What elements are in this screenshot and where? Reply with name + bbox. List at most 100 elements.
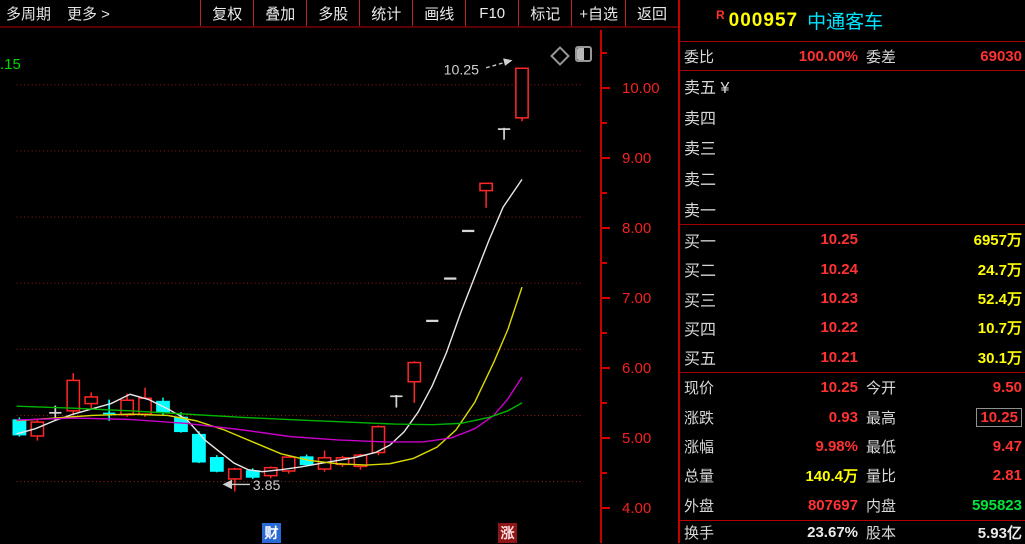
- info-row: 涨幅9.98%最低 9.47: [680, 432, 1025, 461]
- sell-level-row: 卖四: [680, 102, 1025, 133]
- candle-body: [480, 183, 492, 190]
- info-label: 现价: [680, 377, 740, 398]
- info-label: 最高: [858, 407, 930, 428]
- toolbar-button-3[interactable]: 统计: [359, 0, 412, 26]
- toolbar-left-group: 多周期更多 >: [0, 3, 110, 24]
- info-value: 140.4万: [740, 465, 858, 486]
- axis-tick-major: [602, 87, 610, 89]
- half-fill: [577, 48, 584, 60]
- toolbar-button-5[interactable]: F10: [465, 0, 518, 26]
- sell-level-row: 卖三: [680, 132, 1025, 163]
- info-label: 涨跌: [680, 407, 740, 428]
- sell-levels: 卖五 ¥卖四卖三卖二卖一: [680, 71, 1025, 225]
- info-label: 总量: [680, 465, 740, 486]
- turnover-value: 23.67%: [740, 524, 858, 541]
- axis-tick-label: 5.00: [622, 430, 676, 447]
- info-value: 10.25: [976, 408, 1022, 427]
- sell-level-label: 卖三: [680, 135, 740, 159]
- axis-tick-major: [602, 227, 610, 229]
- info-row: 涨跌0.93最高10.25: [680, 402, 1025, 431]
- buy-level-price: 10.22: [740, 319, 858, 336]
- stock-code: 000957: [729, 10, 798, 32]
- info-label: 今开: [858, 377, 930, 398]
- toolbar-button-7[interactable]: +自选: [571, 0, 625, 26]
- buy-level-volume: 52.4万: [858, 288, 1025, 309]
- toolbar-button-4[interactable]: 画线: [412, 0, 465, 26]
- info-label: 量比: [858, 465, 930, 486]
- info-value: 10.25: [740, 379, 858, 396]
- toolbar-button-8[interactable]: 返回: [625, 0, 678, 26]
- info-value-wrap: 9.47: [930, 438, 1025, 455]
- quote-info-grid: 现价10.25今开9.50涨跌0.93最高10.25涨幅9.98%最低9.47总…: [680, 373, 1025, 521]
- candle-body: [175, 417, 187, 431]
- toolbar-button-2[interactable]: 多股: [306, 0, 359, 26]
- axis-tick-major: [602, 367, 610, 369]
- sell-level-label: 卖四: [680, 105, 740, 129]
- capital-label: 股本: [858, 522, 930, 543]
- info-value: 807697: [740, 497, 858, 514]
- candle-body: [408, 363, 420, 382]
- high-arrow-head: [503, 58, 512, 66]
- buy-level-volume: 6957万: [858, 229, 1025, 250]
- info-value: 9.47: [993, 438, 1022, 455]
- sell-level-label: 卖一: [680, 197, 740, 221]
- info-label: 最低: [858, 436, 930, 457]
- axis-tick-minor: [602, 402, 607, 404]
- buy-level-volume: 10.7万: [858, 317, 1025, 338]
- ma-value-fragment: .15: [0, 56, 21, 73]
- stock-header: R 000957 中通客车: [680, 0, 1025, 42]
- info-value-wrap: 10.25: [930, 409, 1025, 426]
- toolbar-button-1[interactable]: 叠加: [253, 0, 306, 26]
- toolbar-menu-item-1[interactable]: 更多 >: [67, 3, 110, 24]
- buy-level-price: 10.21: [740, 349, 858, 366]
- candle-body: [229, 469, 241, 479]
- sell-level-row: 卖一: [680, 193, 1025, 224]
- candle-body: [121, 400, 133, 415]
- capital-value: 5.93亿: [930, 522, 1025, 543]
- weicha-label: 委差: [858, 46, 930, 67]
- toolbar-menu-item-0[interactable]: 多周期: [6, 3, 51, 24]
- toolbar-button-0[interactable]: 复权: [200, 0, 253, 26]
- axis-tick-minor: [602, 332, 607, 334]
- half-filled-square-icon[interactable]: [575, 46, 592, 62]
- toolbar-button-6[interactable]: 标记: [518, 0, 571, 26]
- axis-tick-label: 6.00: [622, 360, 676, 377]
- price-axis: 10.009.008.007.006.005.004.00: [600, 30, 678, 543]
- buy-level-label: 买一: [680, 228, 740, 252]
- info-label: 外盘: [680, 495, 740, 516]
- buy-level-label: 买四: [680, 316, 740, 340]
- buy-level-price: 10.25: [740, 231, 858, 248]
- sell-level-row: 卖五 ¥: [680, 71, 1025, 102]
- currency-symbol: ¥: [716, 80, 729, 97]
- info-value: 2.81: [993, 467, 1022, 484]
- candle-body: [67, 380, 79, 410]
- info-label: 内盘: [858, 495, 930, 516]
- signal-marker-cai: 财: [262, 523, 281, 543]
- footer-row: 换手 23.67% 股本 5.93亿: [680, 521, 1025, 544]
- axis-tick-label: 10.00: [622, 80, 676, 97]
- info-value: 9.50: [993, 379, 1022, 396]
- stock-name: 中通客车: [807, 7, 883, 34]
- buy-level-volume: 24.7万: [858, 259, 1025, 280]
- buy-level-row: 买五10.2130.1万: [680, 343, 1025, 372]
- info-row: 总量140.4万量比 2.81: [680, 461, 1025, 490]
- candlestick-chart[interactable]: 10.25 3.85: [0, 30, 600, 543]
- buy-level-row: 买一10.256957万: [680, 225, 1025, 254]
- info-value: 595823: [972, 497, 1022, 514]
- low-price-annotation: 3.85: [253, 478, 281, 494]
- axis-tick-label: 9.00: [622, 150, 676, 167]
- axis-tick-minor: [602, 262, 607, 264]
- axis-tick-minor: [602, 122, 607, 124]
- buy-level-row: 买二10.2424.7万: [680, 254, 1025, 283]
- info-row: 外盘807697内盘 595823: [680, 491, 1025, 520]
- weicha-value: 69030: [930, 48, 1025, 65]
- weibi-value: 100.00%: [740, 48, 858, 65]
- info-value: 9.98%: [740, 438, 858, 455]
- info-label: 涨幅: [680, 436, 740, 457]
- signal-marker-zhang: 涨: [498, 523, 517, 543]
- high-price-annotation: 10.25: [444, 62, 480, 78]
- axis-tick-major: [602, 437, 610, 439]
- turnover-label: 换手: [680, 522, 740, 543]
- candle-body: [516, 68, 528, 118]
- info-row: 现价10.25今开 9.50: [680, 373, 1025, 402]
